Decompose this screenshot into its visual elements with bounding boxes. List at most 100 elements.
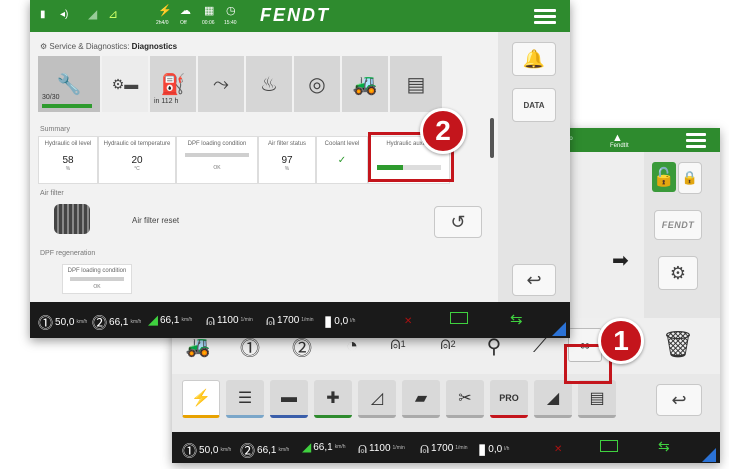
air-filter-label: Air filter [40,190,64,197]
back-side-panel: 🔓 🔒 FENDT ⚙ [644,152,720,318]
tractor-icon: ▲ [612,132,623,144]
pto-icon: ✚ [326,389,340,407]
trash-icon[interactable]: 🗑 [658,324,698,364]
back-button[interactable]: ↩ [656,384,702,416]
clock-icon: ◷ [226,5,236,17]
cooling-icon: ♨ [260,73,278,96]
speed-range-1-readout: ⓵ 50,0 km/h [182,440,231,461]
back-button[interactable]: ↩ [512,264,556,296]
rpm-gauge-icon: ⍝ [358,440,368,457]
fendt-button-label: FENDT [661,220,695,230]
speed-range-1-icon: ⓵ [38,315,54,332]
lock-icon: 🔒 [681,170,699,185]
tractor-icon: 🚜 [352,73,378,96]
tile-linkage[interactable]: ◿ [358,380,396,418]
menu-icon[interactable] [534,9,556,27]
card-hydraulic-oil-temp[interactable]: Hydraulic oil temperature 20 °C [98,136,176,184]
tab-exhaust[interactable]: ⛽ in 112 h [150,56,196,112]
card-hydraulic-oil-level[interactable]: Hydraulic oil level 58 % [38,136,98,184]
tile-steering[interactable]: ◢ [534,380,572,418]
tile-pto[interactable]: ✚ [314,380,352,418]
header-status-label: 15:40 [224,20,237,26]
bell-icon: 🔔 [522,48,546,69]
cloud-icon: ☁ [180,5,191,17]
valve-icon: ▬ [281,388,297,406]
ground-speed-readout: ◢ 66,1 km/h [302,440,346,454]
dpf-regeneration-label: DPF regeneration [40,250,96,257]
tab-engine[interactable]: ⚙▬ [102,56,148,112]
data-icon: DATA [523,100,545,110]
screen-swap-icon[interactable] [450,312,468,324]
card-dpf-loading[interactable]: DPF loading condition OK [176,136,258,184]
battery-icon: ⚡ [158,5,172,17]
summary-label: Summary [40,126,70,133]
terminal-icon: ▤ [589,389,605,407]
dpf-loading-card[interactable]: DPF loading condition OK [62,264,132,294]
sync-arrows-icon[interactable]: ⇆ [510,310,523,328]
engine-rpm-readout: ⍝ 1100 1/min [206,312,253,329]
gears-icon: ⚙ [669,262,687,283]
breadcrumb-icon: ⚙ [40,42,50,51]
tile-implement[interactable]: ▰ [402,380,440,418]
tile-terminal[interactable]: ▤ [578,380,616,418]
slope-speed-icon: ◢ [302,440,312,454]
breadcrumb-current: Diagnostics [131,42,178,51]
unlock-button[interactable]: 🔓 [652,162,676,192]
arrow-right-icon[interactable]: ➡ [612,248,629,273]
return-arrow-icon: ↩ [671,389,687,410]
tile-hydraulic-valve[interactable]: ▬ [270,380,308,418]
screen-swap-icon[interactable] [600,440,618,452]
lights-icon: ☰ [237,389,253,407]
tile-tools[interactable]: ✂ [446,380,484,418]
menu-icon[interactable] [686,133,706,151]
front-header-bar: ▮ ◂) ◢ ⊿ ⚡ 2h4/0 ☁ Off ▦ 00:06 ◷ 15:40 F… [30,0,570,32]
dpf-bar [185,153,249,157]
engine-power-icon: ⚡ [191,390,211,407]
tile-engine-power[interactable]: ⚡ [182,380,220,418]
unlock-icon: 🔓 [652,166,676,187]
tab-transmission[interactable]: ⤳ [198,56,244,112]
tab-service[interactable]: 🔧 30/30 [38,56,100,112]
tile-lights[interactable]: ☰ [226,380,264,418]
fendt-logo: FENDT [260,5,330,25]
service-progress-bar [42,104,92,108]
tab-terminal[interactable]: ▤ [390,56,442,112]
fendt-button[interactable]: FENDT [654,210,702,240]
tab-cooling[interactable]: ♨ [246,56,292,112]
profi-icon: PRO [499,392,519,403]
signal-icon: ▮ [40,9,46,20]
terminal-icon: ▤ [406,73,426,96]
card-air-filter[interactable]: Air filter status 97 % [258,136,316,184]
fuel-icon: ▮ [324,313,333,330]
alarm-bell-button[interactable]: 🔔 [512,42,556,76]
header-status-label: Off [180,20,187,26]
tyre-pressure-icon: ◎ [308,73,326,96]
rpm-gauge-icon: ⍝ [206,312,216,329]
pto-rpm-readout: ⍝ 1700 1/min [420,440,468,457]
tab-tyres[interactable]: ◎ [294,56,340,112]
sync-arrows-icon[interactable]: ⇆ [658,438,670,455]
front-status-bar: ⓵ 50,0 km/h ⓶ 66,1 km/h ◢ 66,1 km/h ⍝ 1100 1/min… [30,302,570,338]
fuel-icon: ▮ [478,441,487,458]
tab-tractor[interactable]: 🚜 [342,56,388,112]
diagnostics-tabs: 🔧 30/30 ⚙▬ ⛽ in 112 h ⤳ ♨ ◎ 🚜 ▤ [38,56,498,112]
speed-range-1-readout: ⓵ 50,0 km/h [38,312,87,333]
implement-icon: ▰ [414,389,428,407]
warning-icon: ✕ [554,444,563,455]
fuel-consumption-readout: ▮ 0,0 l/h [478,441,510,458]
lock-button[interactable]: 🔒 [678,162,702,194]
header-label-fendtit: FendtIt [610,143,629,149]
pto-gauge-icon: ⍝ [420,440,430,457]
card-coolant-level[interactable]: Coolant level ✓ [316,136,368,184]
fuel-consumption-readout: ▮ 0,0 l/h [324,313,356,330]
function-tile-row: ⚡ ☰ ▬ ✚ ◿ ▰ ✂ PRO ◢ ▤ ↩ [172,374,720,432]
engine-icon: ⚙▬ [111,75,139,92]
settings-gear-button[interactable]: ⚙ [658,256,698,290]
front-side-panel: 🔔 DATA ↩ [498,32,570,302]
scrollbar[interactable] [490,118,494,158]
data-export-button[interactable]: DATA [512,88,556,122]
tile-profi[interactable]: PRO [490,380,528,418]
pto-gauge-icon: ⍝ [266,312,276,329]
air-filter-reset-button[interactable]: ↺ [434,206,482,238]
warning-icon: ✕ [404,316,413,327]
